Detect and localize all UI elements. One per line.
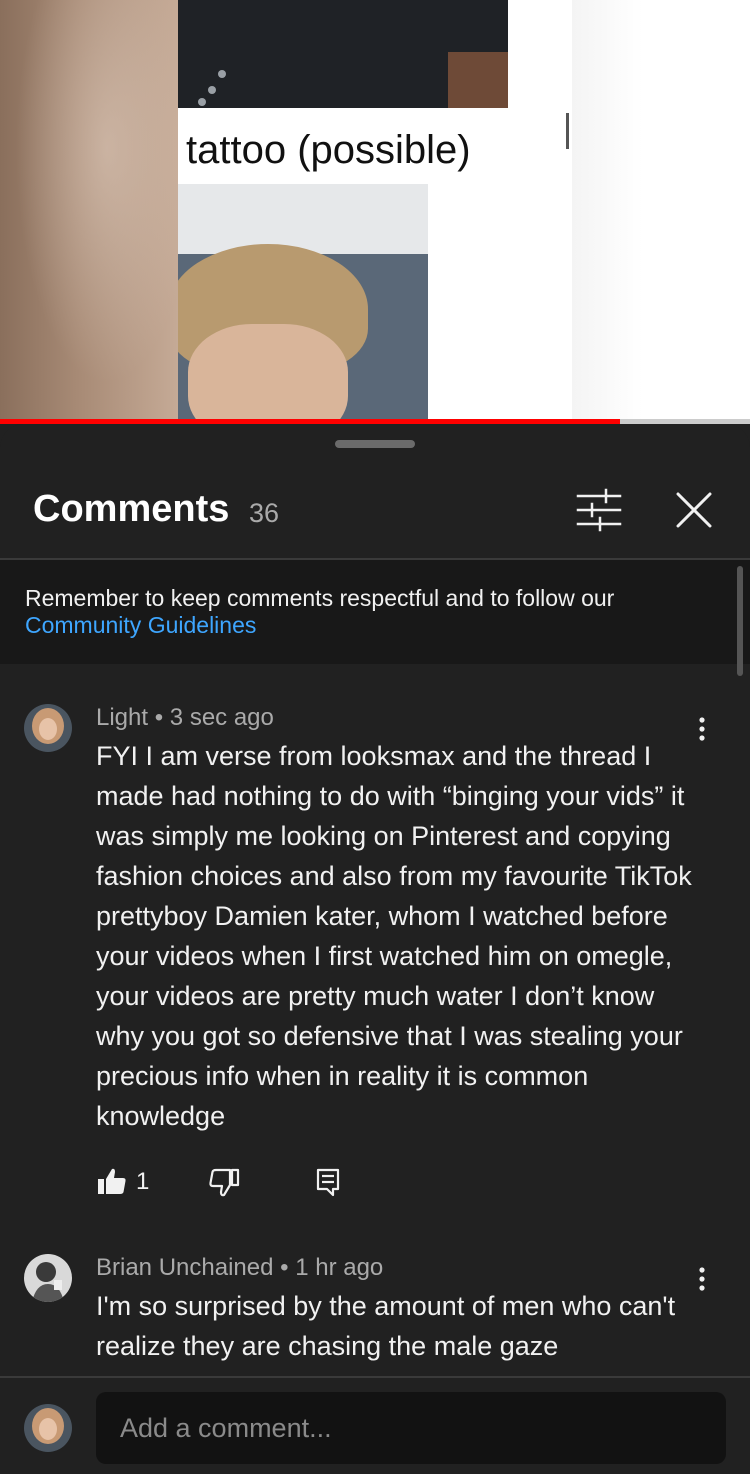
avatar[interactable] xyxy=(24,704,72,752)
meta-separator: • xyxy=(154,704,164,731)
comments-header: Comments 36 xyxy=(0,474,750,558)
comments-title: Comments xyxy=(33,488,230,530)
drag-handle[interactable] xyxy=(335,440,415,448)
thumb-down-icon xyxy=(209,1168,240,1197)
video-photo-top xyxy=(178,0,508,108)
like-count: 1 xyxy=(136,1168,150,1195)
comment-meta: Light • 3 sec ago xyxy=(96,704,274,732)
comments-sheet: Comments 36 Remember to keep comments re… xyxy=(0,424,750,1474)
reply-button[interactable] xyxy=(312,1162,348,1202)
video-photo-bottom xyxy=(178,184,428,424)
comment-author[interactable]: Light xyxy=(96,704,148,731)
comment-time: 3 sec ago xyxy=(169,704,274,731)
comments-count: 36 xyxy=(249,498,280,528)
community-notice: Remember to keep comments respectful and… xyxy=(0,560,750,664)
user-avatar[interactable] xyxy=(24,1404,72,1452)
like-button[interactable]: 1 xyxy=(96,1162,156,1202)
video-player[interactable]: tattoo (possible) xyxy=(0,0,750,424)
scrollbar[interactable] xyxy=(737,566,743,676)
dislike-button[interactable] xyxy=(208,1162,244,1202)
close-icon[interactable] xyxy=(670,486,718,534)
add-comment-bar xyxy=(0,1376,750,1474)
comment-actions: 1 xyxy=(96,1162,396,1202)
reply-icon xyxy=(316,1168,340,1197)
comment-meta: Brian Unchained • 1 hr ago xyxy=(96,1254,383,1282)
meta-separator: • xyxy=(280,1254,289,1281)
comment-text: FYI I am verse from looksmax and the thr… xyxy=(96,741,692,1131)
thumb-up-icon xyxy=(98,1168,126,1194)
text-cursor xyxy=(566,113,569,149)
avatar[interactable] xyxy=(24,1254,72,1302)
comment-input[interactable] xyxy=(96,1392,726,1464)
notice-text: Remember to keep comments respectful and… xyxy=(25,585,615,611)
video-blurred-side xyxy=(0,0,178,424)
community-guidelines-link[interactable]: Community Guidelines xyxy=(25,612,256,639)
comment-text: I'm so surprised by the amount of men wh… xyxy=(96,1291,676,1361)
filter-icon[interactable] xyxy=(574,488,624,532)
comment-time: 1 hr ago xyxy=(295,1254,384,1281)
video-white-side xyxy=(572,0,750,424)
video-caption: tattoo (possible) xyxy=(186,128,471,172)
comment-author[interactable]: Brian Unchained xyxy=(96,1254,273,1281)
